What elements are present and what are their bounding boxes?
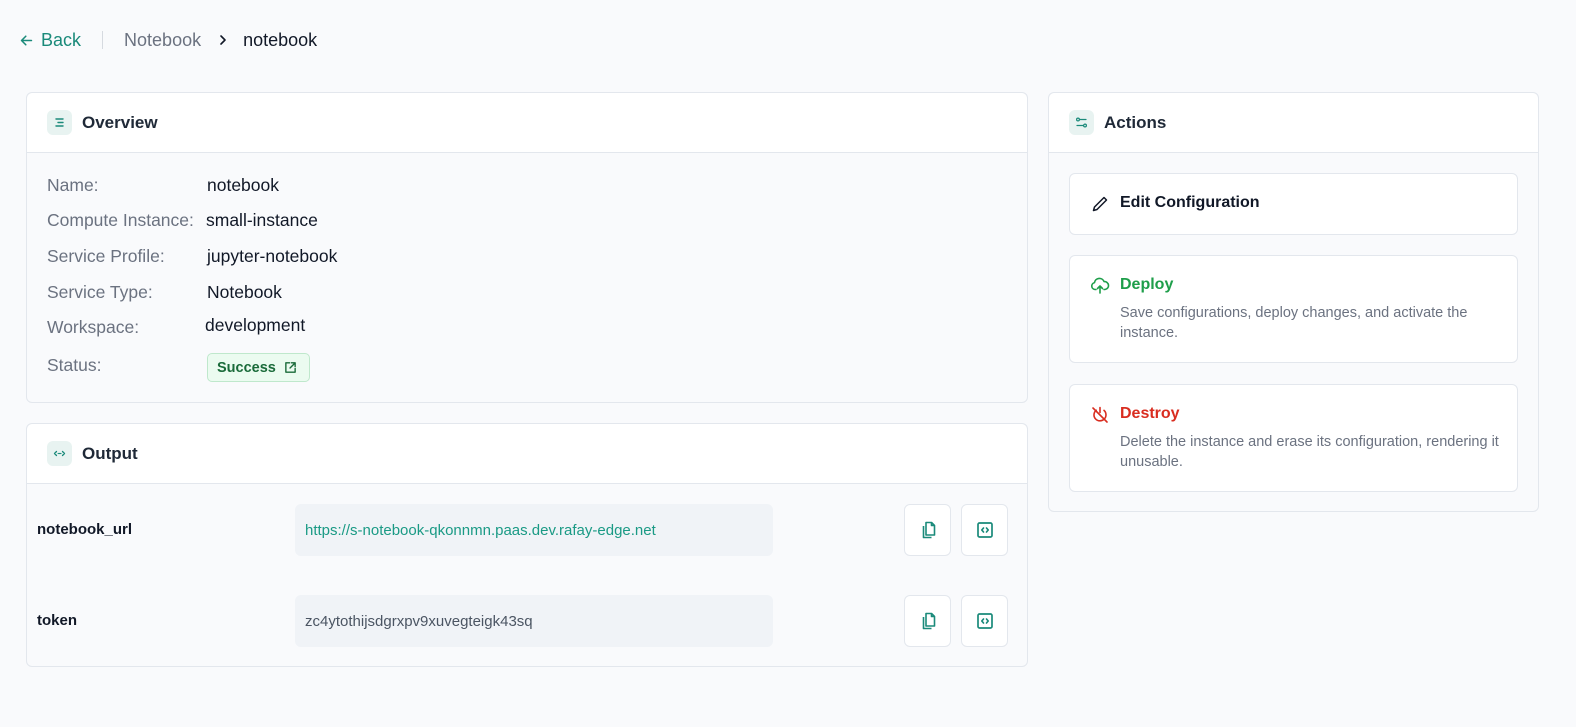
code-box-icon [976, 613, 993, 629]
field-label: Service Type: [47, 282, 153, 302]
actions-card: Actions Edit Configuration Deploy Save c… [1048, 92, 1539, 512]
output-row-notebook-url: notebook_url https://s-notebook-qkonnmn.… [27, 504, 1027, 556]
overview-title: Overview [82, 112, 158, 132]
breadcrumb-current: notebook [243, 29, 318, 50]
back-label: Back [41, 29, 82, 50]
field-label: Name: [47, 175, 99, 195]
token-value: zc4ytothijsdgrxpv9xuvegteigk43sq [295, 595, 773, 647]
output-row-token: token zc4ytothijsdgrxpv9xuvegteigk43sq [27, 595, 1027, 647]
deploy-description: Save configurations, deploy changes, and… [1120, 305, 1468, 341]
arrow-left-icon [20, 34, 33, 46]
notebook-url-link[interactable]: https://s-notebook-qkonnmn.paas.dev.rafa… [295, 504, 773, 556]
destroy-button[interactable]: Destroy Delete the instance and erase it… [1069, 384, 1518, 492]
sliders-icon [1069, 110, 1094, 135]
output-key: notebook_url [37, 521, 133, 538]
actions-header: Actions [1049, 93, 1538, 153]
breadcrumb: Back Notebook notebook [18, 28, 317, 52]
copy-button[interactable] [904, 595, 951, 647]
pencil-icon [1092, 196, 1108, 212]
breadcrumb-parent-link[interactable]: Notebook [124, 30, 201, 51]
destroy-description: Delete the instance and erase its config… [1120, 434, 1499, 470]
output-key: token [37, 612, 78, 629]
deploy-button[interactable]: Deploy Save configurations, deploy chang… [1069, 255, 1518, 363]
output-title: Output [82, 443, 138, 463]
field-label: Workspace: [47, 317, 140, 337]
code-box-icon [976, 522, 993, 538]
chevron-right-icon [217, 34, 229, 46]
view-code-button[interactable] [961, 504, 1008, 556]
edit-configuration-button[interactable]: Edit Configuration [1069, 173, 1518, 235]
field-value: small-instance [206, 210, 318, 230]
external-link-icon [285, 362, 296, 373]
field-label: Compute Instance: [47, 210, 194, 230]
copy-button[interactable] [904, 504, 951, 556]
status-badge[interactable]: Success [207, 353, 310, 382]
back-button[interactable]: Back [18, 30, 81, 51]
edit-configuration-label: Edit Configuration [1120, 194, 1260, 211]
field-value: notebook [207, 175, 280, 195]
actions-title: Actions [1104, 112, 1167, 132]
output-header: Output [27, 424, 1027, 484]
power-off-icon [1092, 406, 1108, 423]
field-value: jupyter-notebook [207, 246, 338, 266]
field-label: Status: [47, 355, 102, 375]
copy-icon [922, 521, 935, 539]
code-arrows-icon [47, 441, 72, 466]
output-card: Output notebook_url https://s-notebook-q… [26, 423, 1028, 667]
field-value: Notebook [207, 282, 282, 302]
copy-icon [922, 612, 935, 630]
overview-card: Overview Name: notebook Compute Instance… [26, 92, 1028, 403]
align-icon [47, 110, 72, 135]
destroy-label: Destroy [1120, 405, 1180, 422]
field-label: Service Profile: [47, 246, 165, 266]
breadcrumb-divider [102, 31, 104, 49]
status-badge-label: Success [217, 359, 276, 376]
cloud-upload-icon [1091, 277, 1110, 294]
deploy-label: Deploy [1120, 276, 1174, 293]
field-value: development [205, 315, 306, 335]
overview-header: Overview [27, 93, 1027, 153]
view-code-button[interactable] [961, 595, 1008, 647]
